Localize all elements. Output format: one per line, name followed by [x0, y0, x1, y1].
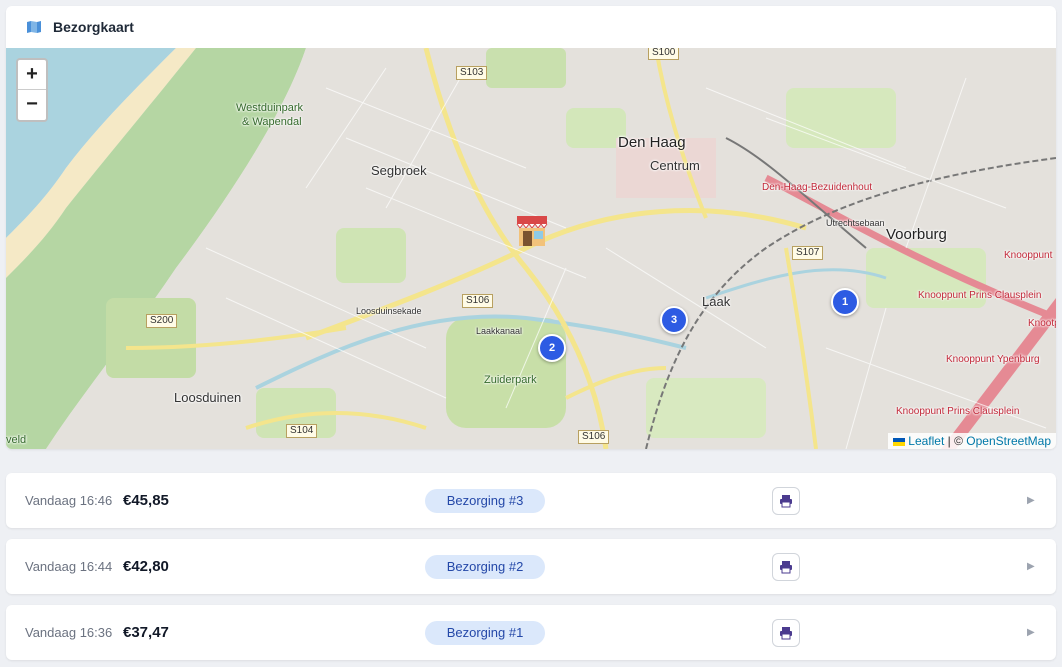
place-den-haag: Den Haag: [618, 134, 686, 151]
delivery-marker-2[interactable]: 2: [538, 334, 566, 362]
leaflet-link[interactable]: Leaflet: [908, 434, 944, 448]
road-shield-s106-2: S106: [578, 430, 610, 444]
place-laak: Laak: [702, 294, 731, 309]
expand-chevron-icon[interactable]: ▶: [1027, 561, 1035, 572]
road-shield-s107: S107: [792, 246, 824, 260]
street-utrechtsebaan: Utrechtsebaan: [826, 218, 885, 228]
place-knooppunt-edge-2: Knootp: [1028, 318, 1056, 329]
delivery-badge: Bezorging #1: [425, 620, 545, 645]
road-shield-s200: S200: [146, 314, 178, 328]
attribution-separator: | ©: [944, 434, 967, 448]
zoom-out-button[interactable]: −: [18, 90, 46, 120]
delivery-row[interactable]: Vandaag 16:44 €42,80 Bezorging #2 ▶: [6, 539, 1056, 594]
map-card: Bezorgkaart Westduinpark & Wapendal Segb…: [6, 6, 1056, 449]
print-button[interactable]: [772, 486, 800, 515]
map-tiles: [6, 48, 1056, 449]
place-voorburg: Voorburg: [886, 226, 947, 243]
zoom-control: + −: [16, 58, 48, 122]
print-button[interactable]: [772, 618, 800, 647]
map-attribution: Leaflet | © OpenStreetMap: [888, 433, 1056, 449]
delivery-badge: Bezorging #2: [425, 554, 545, 579]
shop-icon[interactable]: [514, 214, 550, 248]
zoom-in-button[interactable]: +: [18, 60, 46, 90]
delivery-badge: Bezorging #3: [425, 488, 545, 513]
delivery-time: Vandaag 16:36: [25, 625, 113, 640]
place-loosduinen: Loosduinen: [174, 390, 242, 405]
place-bezuidenhout: Den-Haag-Bezuidenhout: [762, 182, 873, 193]
printer-icon: [780, 560, 792, 573]
place-centrum: Centrum: [650, 158, 700, 173]
printer-icon: [780, 494, 792, 507]
place-veld: veld: [6, 434, 27, 446]
place-knooppunt-prins-clausplein: Knooppunt Prins Clausplein: [918, 290, 1042, 301]
delivery-row[interactable]: Vandaag 16:36 €37,47 Bezorging #1 ▶: [6, 605, 1056, 660]
place-knooppunt-edge: Knooppunt: [1004, 250, 1053, 261]
road-shield-s100: S100: [648, 48, 680, 60]
expand-chevron-icon[interactable]: ▶: [1027, 495, 1035, 506]
map-icon: [27, 21, 41, 33]
openstreetmap-link[interactable]: OpenStreetMap: [966, 434, 1051, 448]
delivery-amount: €37,47: [123, 624, 169, 641]
delivery-amount: €42,80: [123, 558, 169, 575]
print-button[interactable]: [772, 552, 800, 581]
place-knooppunt-ypenburg: Knooppunt Ypenburg: [946, 354, 1040, 365]
page-title: Bezorgkaart: [53, 19, 134, 35]
map-header: Bezorgkaart: [6, 6, 1056, 48]
delivery-time: Vandaag 16:46: [25, 493, 113, 508]
delivery-time: Vandaag 16:44: [25, 559, 113, 574]
ukraine-flag-icon: [893, 437, 906, 446]
street-loosduinsekade: Loosduinsekade: [356, 306, 422, 316]
road-shield-s106: S106: [462, 294, 494, 308]
place-zuiderpark: Zuiderpark: [484, 374, 537, 386]
delivery-marker-3[interactable]: 3: [660, 306, 688, 334]
place-westduinpark: Westduinpark: [236, 102, 304, 114]
place-knooppunt-prins-clausplein-2: Knooppunt Prins Clausplein: [896, 406, 1020, 417]
delivery-marker-1[interactable]: 1: [831, 288, 859, 316]
printer-icon: [780, 626, 792, 639]
delivery-amount: €45,85: [123, 492, 169, 509]
road-shield-s103: S103: [456, 66, 488, 80]
place-wapendal: & Wapendal: [242, 116, 302, 128]
canal-laakkanaal: Laakkanaal: [476, 326, 523, 336]
place-segbroek: Segbroek: [371, 163, 427, 178]
road-shield-s104: S104: [286, 424, 318, 438]
delivery-row[interactable]: Vandaag 16:46 €45,85 Bezorging #3 ▶: [6, 473, 1056, 528]
expand-chevron-icon[interactable]: ▶: [1027, 627, 1035, 638]
map-view[interactable]: Westduinpark & Wapendal Segbroek Den Haa…: [6, 48, 1056, 449]
